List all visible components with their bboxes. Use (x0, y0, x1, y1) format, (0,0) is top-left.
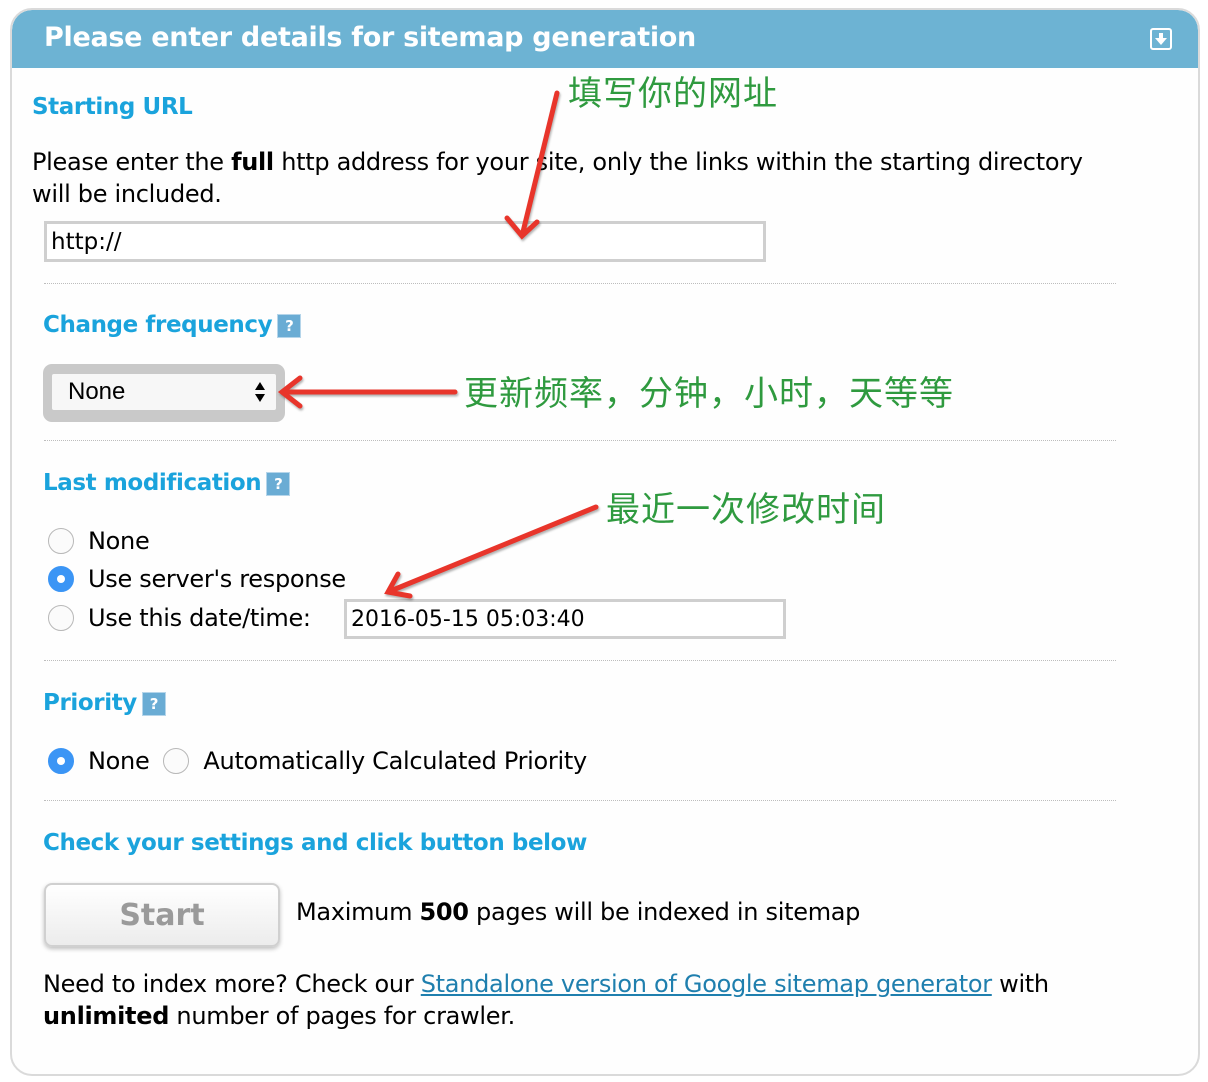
desc-text: Please enter the (32, 148, 232, 176)
change-frequency-heading: Change frequency? (43, 312, 302, 338)
help-icon[interactable]: ? (277, 313, 302, 338)
max-text-rest: pages will be indexed in sitemap (468, 898, 861, 926)
radio-label[interactable]: Use server's response (88, 565, 346, 593)
radio-button[interactable] (48, 605, 74, 631)
lastmod-option-custom-date[interactable]: Use this date/time: (48, 604, 311, 632)
divider (44, 440, 1116, 441)
radio-button[interactable] (48, 528, 74, 554)
radio-label[interactable]: None (88, 527, 150, 555)
divider (44, 283, 1116, 284)
priority-heading-text: Priority (43, 690, 137, 716)
last-modification-heading: Last modification? (43, 470, 291, 496)
max-text: Maximum (296, 898, 420, 926)
lastmod-datetime-input[interactable] (344, 599, 786, 639)
lastmod-option-server-response[interactable]: Use server's response (48, 565, 346, 593)
select-value: None (68, 378, 126, 405)
priority-heading: Priority? (43, 690, 166, 716)
radio-button-checked[interactable] (48, 748, 74, 774)
divider (44, 800, 1116, 801)
radio-label[interactable]: Automatically Calculated Priority (203, 747, 587, 775)
last-modification-heading-text: Last modification (43, 470, 262, 496)
start-button[interactable]: Start (44, 883, 280, 947)
help-icon[interactable]: ? (141, 691, 166, 716)
select-box[interactable]: None (52, 374, 276, 410)
max-pages-text: Maximum 500 pages will be indexed in sit… (296, 896, 860, 928)
starting-url-input[interactable] (44, 221, 766, 262)
starting-url-heading-text: Starting URL (32, 94, 193, 120)
panel-header: Please enter details for sitemap generat… (12, 10, 1198, 68)
submit-heading-text: Check your settings and click button bel… (43, 830, 587, 856)
desc-bold: full (231, 148, 274, 176)
change-frequency-select[interactable]: None (43, 364, 285, 422)
annotation-lastmod: 最近一次修改时间 (606, 490, 886, 530)
radio-label[interactable]: Use this date/time: (88, 604, 311, 632)
footer-bold: unlimited (43, 1002, 170, 1030)
annotation-url: 填写你的网址 (568, 74, 778, 114)
priority-options: None Automatically Calculated Priority (48, 747, 587, 775)
panel-title: Please enter details for sitemap generat… (44, 22, 696, 53)
annotation-frequency: 更新频率，分钟，小时，天等等 (464, 374, 954, 414)
download-arrow-icon (1155, 33, 1167, 45)
radio-button-checked[interactable] (48, 566, 74, 592)
radio-button[interactable] (163, 748, 190, 774)
chevron-updown-icon (255, 382, 265, 402)
footer-text-post: number of pages for crawler. (169, 1002, 515, 1030)
footer-text: Need to index more? Check our Standalone… (43, 968, 1143, 1032)
submit-heading: Check your settings and click button bel… (43, 830, 587, 856)
change-frequency-heading-text: Change frequency (43, 312, 273, 338)
starting-url-heading: Starting URL (32, 94, 193, 120)
footer-text-pre: Need to index more? Check our (43, 970, 421, 998)
max-count: 500 (419, 898, 469, 926)
divider (44, 660, 1116, 661)
lastmod-option-none[interactable]: None (48, 527, 150, 555)
starting-url-description: Please enter the full http address for y… (32, 146, 1092, 210)
standalone-version-link[interactable]: Standalone version of Google sitemap gen… (421, 970, 992, 998)
radio-label[interactable]: None (88, 747, 150, 775)
help-icon[interactable]: ? (266, 471, 291, 496)
footer-text-mid: with (991, 970, 1049, 998)
collapse-button[interactable] (1150, 28, 1172, 50)
